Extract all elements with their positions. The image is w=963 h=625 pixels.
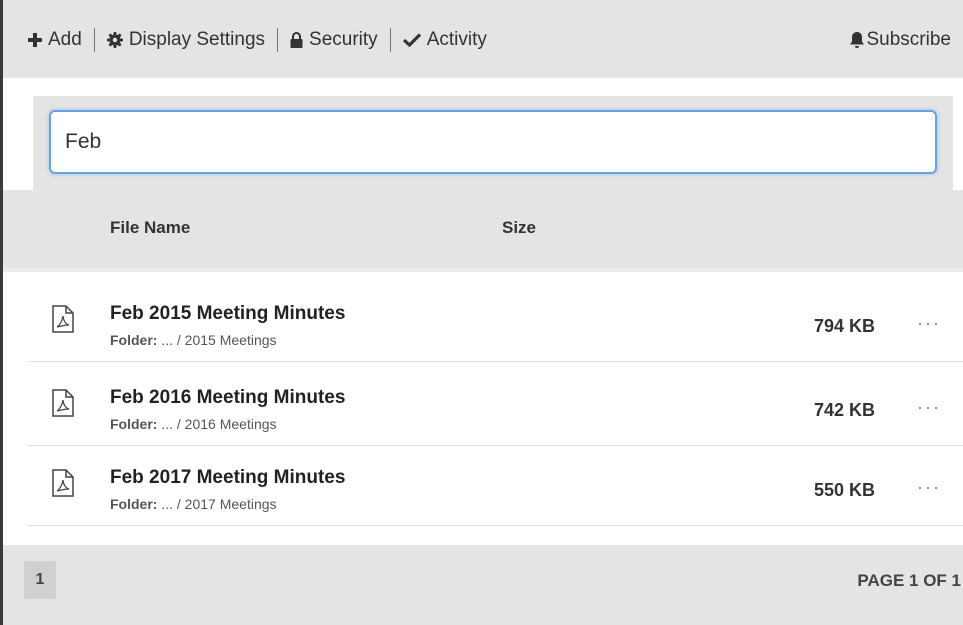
file-size: 550 KB <box>813 480 875 500</box>
add-button[interactable]: Add <box>28 29 82 51</box>
file-folder-path: Folder: ... / 2016 Meetings <box>110 416 277 432</box>
page-button-1[interactable]: 1 <box>24 561 56 599</box>
display-settings-button[interactable]: Display Settings <box>106 29 266 51</box>
pdf-file-icon <box>52 305 74 333</box>
document-library-panel: Add Display Settings Security Activity S… <box>3 0 963 625</box>
table-header: File Name Size <box>3 190 963 268</box>
search-container <box>33 96 953 190</box>
gear-icon <box>106 32 123 48</box>
header-divider <box>3 268 963 272</box>
search-input[interactable] <box>49 110 937 174</box>
file-size: 742 KB <box>813 400 875 420</box>
file-size: 794 KB <box>813 316 875 336</box>
more-options-button[interactable]: ··· <box>917 477 941 498</box>
bell-icon <box>849 31 865 49</box>
toolbar-divider <box>389 28 391 52</box>
folder-label: Folder: <box>110 332 158 348</box>
lock-icon <box>290 32 303 48</box>
file-title[interactable]: Feb 2016 Meeting Minutes <box>110 387 345 409</box>
folder-path: ... / 2016 Meetings <box>157 416 277 432</box>
toolbar-divider <box>277 28 279 52</box>
more-options-button[interactable]: ··· <box>917 313 941 334</box>
page-info: PAGE 1 OF 1 <box>857 571 961 590</box>
toolbar: Add Display Settings Security Activity S… <box>3 0 963 78</box>
file-title[interactable]: Feb 2017 Meeting Minutes <box>110 467 345 489</box>
folder-path: ... / 2015 Meetings <box>157 332 277 348</box>
column-header-file-name[interactable]: File Name <box>110 218 190 238</box>
folder-label: Folder: <box>110 496 158 512</box>
file-row[interactable]: Feb 2017 Meeting Minutes Folder: ... / 2… <box>27 446 963 526</box>
activity-button[interactable]: Activity <box>402 29 487 51</box>
pagination-bar: 1 PAGE 1 OF 1 <box>3 545 963 625</box>
security-label: Security <box>309 29 378 50</box>
pdf-file-icon <box>52 389 74 417</box>
folder-label: Folder: <box>110 416 158 432</box>
pdf-file-icon <box>52 469 74 497</box>
column-header-size[interactable]: Size <box>502 218 536 238</box>
file-folder-path: Folder: ... / 2015 Meetings <box>110 332 277 348</box>
file-row[interactable]: Feb 2015 Meeting Minutes Folder: ... / 2… <box>27 282 963 362</box>
file-row[interactable]: Feb 2016 Meeting Minutes Folder: ... / 2… <box>27 366 963 446</box>
plus-icon <box>28 33 42 47</box>
toolbar-actions: Add Display Settings Security Activity <box>28 27 487 53</box>
folder-path: ... / 2017 Meetings <box>157 496 277 512</box>
display-settings-label: Display Settings <box>128 29 266 50</box>
subscribe-button[interactable]: Subscribe <box>849 29 952 51</box>
toolbar-divider <box>93 28 95 52</box>
file-folder-path: Folder: ... / 2017 Meetings <box>110 496 277 512</box>
activity-label: Activity <box>426 29 487 50</box>
subscribe-label: Subscribe <box>866 29 952 50</box>
add-label: Add <box>48 29 82 50</box>
more-options-button[interactable]: ··· <box>917 397 941 418</box>
security-button[interactable]: Security <box>290 29 378 51</box>
file-title[interactable]: Feb 2015 Meeting Minutes <box>110 303 345 325</box>
checkmark-icon <box>402 33 421 47</box>
